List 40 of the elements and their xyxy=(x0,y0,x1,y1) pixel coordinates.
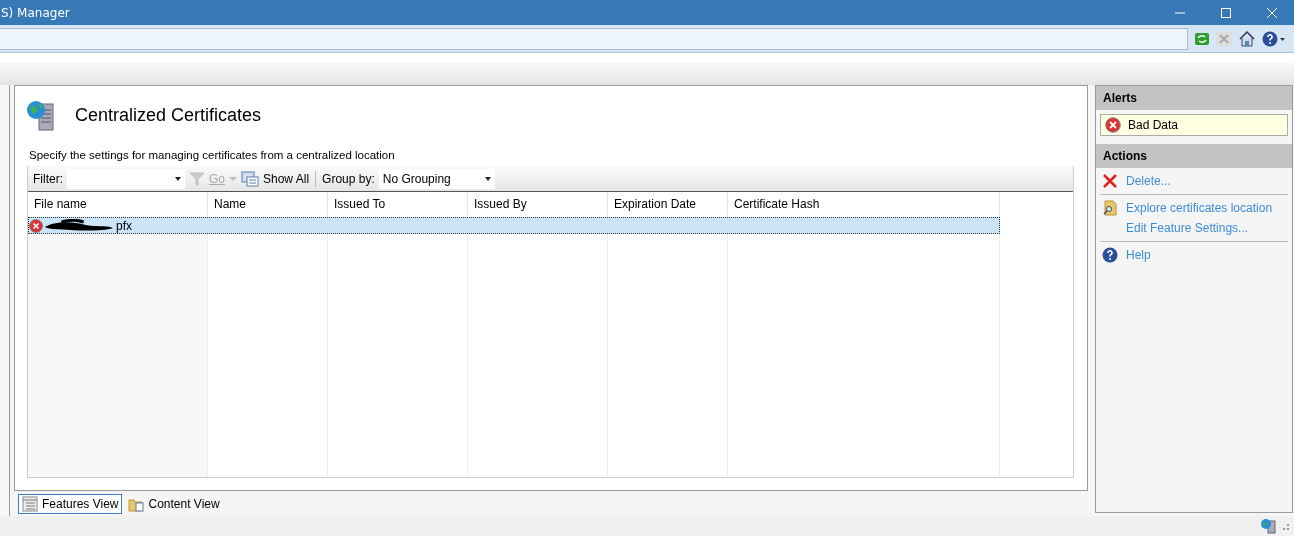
delete-icon xyxy=(1103,174,1117,188)
caret-icon[interactable] xyxy=(175,176,181,181)
folder-page-icon xyxy=(128,496,145,512)
help-icon[interactable] xyxy=(1262,29,1286,48)
filter-label: Filter: xyxy=(33,171,63,186)
column-header[interactable]: Issued By xyxy=(468,192,608,215)
home-icon[interactable] xyxy=(1238,29,1256,48)
window-title: S) Manager xyxy=(0,5,70,20)
table-row[interactable]: pfx xyxy=(28,217,1000,234)
page-title: Centralized Certificates xyxy=(75,104,262,126)
list-view-icon xyxy=(22,496,38,512)
alert-text: Bad Data xyxy=(1128,118,1179,132)
help-icon xyxy=(1102,247,1118,263)
refresh-icon[interactable] xyxy=(1194,30,1210,47)
filter-field[interactable] xyxy=(67,168,185,189)
column-header[interactable]: File name xyxy=(28,192,208,215)
view-tab[interactable]: Content View xyxy=(124,494,224,514)
column-header[interactable]: Issued To xyxy=(328,192,468,215)
folder-search-icon xyxy=(1103,200,1117,216)
show-all-button[interactable]: Show All xyxy=(263,171,310,186)
funnel-icon xyxy=(189,171,205,186)
close-icon[interactable] xyxy=(1266,6,1278,19)
file-name: pfx xyxy=(116,218,132,233)
view-tab[interactable]: Features View xyxy=(18,494,123,514)
error-icon xyxy=(1105,117,1121,133)
group-by-label: Group by: xyxy=(322,171,375,186)
address-field[interactable] xyxy=(0,27,1188,50)
actions-header: Actions xyxy=(1096,144,1292,168)
column-header[interactable]: Expiration Date xyxy=(608,192,728,215)
stop-icon[interactable] xyxy=(1216,30,1232,47)
group-by-dropdown[interactable]: No Grouping xyxy=(378,168,495,189)
maximize-icon[interactable] xyxy=(1220,6,1232,19)
column-header[interactable]: Name xyxy=(208,192,328,215)
resize-grip-icon[interactable] xyxy=(1280,521,1290,531)
alerts-header: Alerts xyxy=(1096,86,1292,110)
show-all-icon xyxy=(241,170,259,187)
globe-server-icon xyxy=(1260,518,1278,534)
column-header[interactable]: Certificate Hash xyxy=(728,192,1000,215)
caret-icon[interactable] xyxy=(484,176,491,181)
page-description: Specify the settings for managing certificates from a centralized location xyxy=(28,148,396,161)
